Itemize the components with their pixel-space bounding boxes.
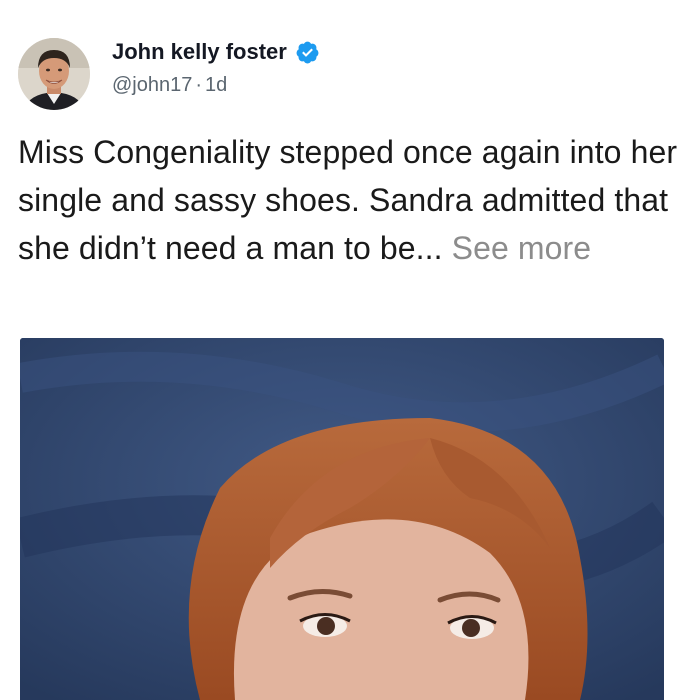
author-meta-row: @john17 · 1d	[112, 72, 227, 98]
author-name-row: John kelly foster	[112, 38, 320, 66]
verified-badge-icon	[295, 40, 320, 65]
author-display-name[interactable]: John kelly foster	[112, 38, 287, 66]
avatar[interactable]	[18, 38, 90, 110]
meta-separator: ·	[195, 74, 203, 96]
tweet-timestamp[interactable]: 1d	[205, 74, 227, 96]
tweet-body: Miss Congeniality stepped once again int…	[18, 128, 688, 272]
tweet-media-image[interactable]	[20, 338, 664, 700]
tweet-card: John kelly foster @john17 · 1d Miss Congen…	[0, 0, 700, 700]
portrait-photo	[20, 338, 664, 700]
author-handle[interactable]: @john17	[112, 74, 192, 96]
see-more-link[interactable]: See more	[452, 230, 592, 266]
avatar-image	[18, 38, 90, 110]
